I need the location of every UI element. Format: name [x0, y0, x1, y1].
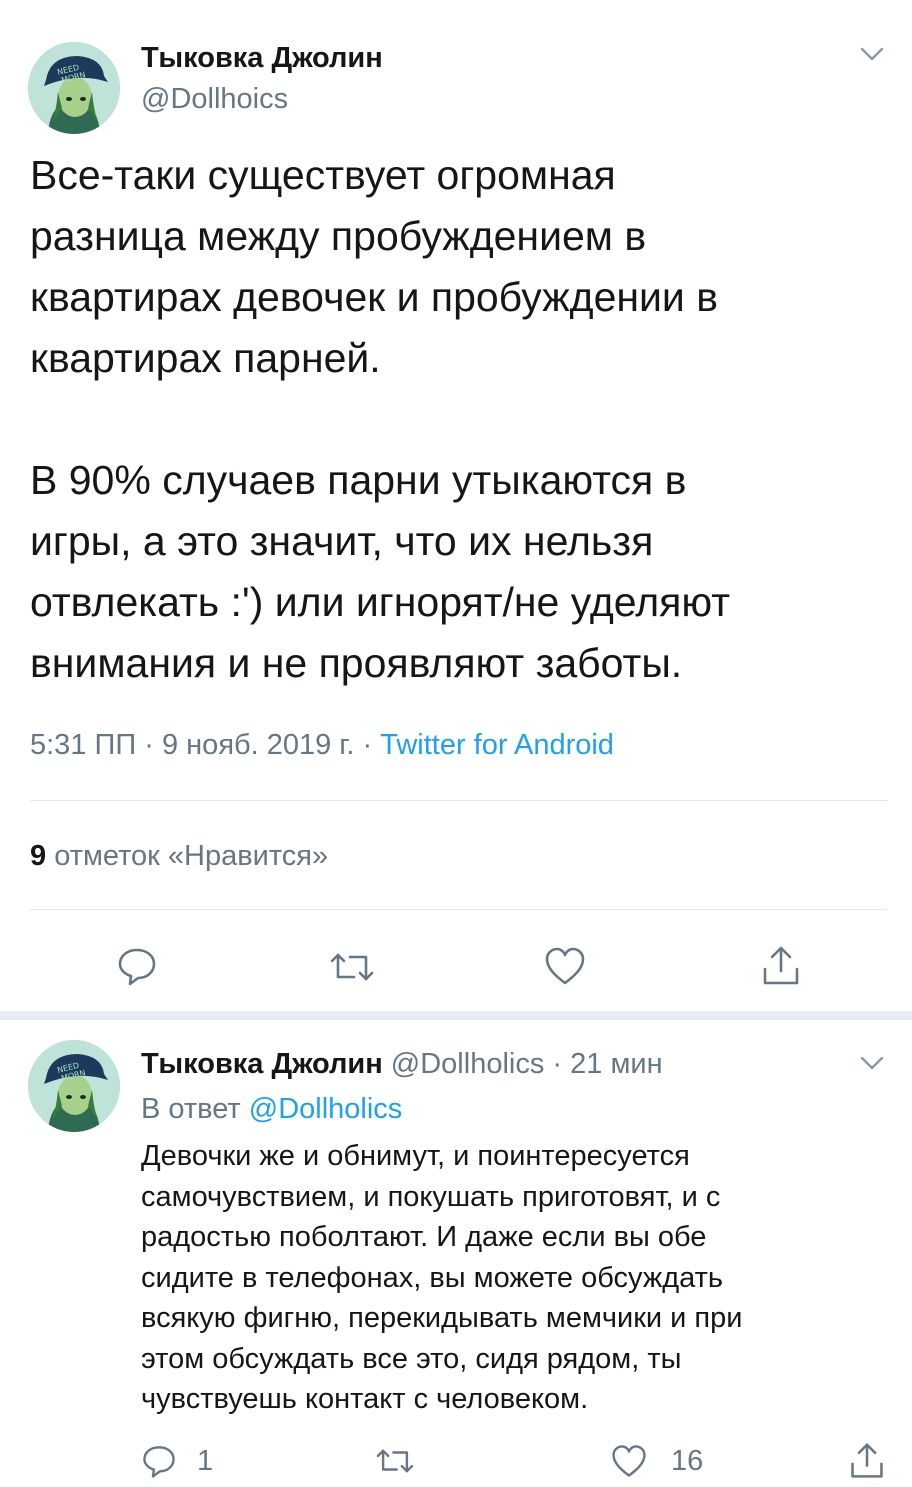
reply-count: 1: [197, 1445, 214, 1477]
reply-to-link[interactable]: @Dollholics: [249, 1093, 403, 1125]
reply-text: Девочки же и обнимут, и поинтересуется с…: [141, 1140, 743, 1415]
reply-header: Тыковка Джолин @Dollholics · 21 мин: [141, 1046, 663, 1082]
meta-separator: ·: [362, 729, 373, 761]
chevron-down-icon[interactable]: [858, 1053, 886, 1073]
like-count: 16: [671, 1445, 704, 1477]
reply-context: В ответ @Dollholics: [141, 1091, 402, 1127]
reply-time[interactable]: 21 мин: [570, 1048, 662, 1080]
share-icon[interactable]: [760, 943, 802, 989]
tweet-time[interactable]: 5:31 ПП: [30, 729, 136, 761]
like-icon[interactable]: [543, 945, 587, 987]
divider: [30, 909, 887, 910]
divider: [30, 800, 887, 801]
meta-separator: ·: [552, 1048, 563, 1080]
retweet-icon[interactable]: [374, 1444, 416, 1478]
likes-summary[interactable]: 9 отметок «Нравится»: [30, 838, 328, 874]
author-avatar[interactable]: NEED MORN: [28, 42, 120, 134]
reply-author-handle[interactable]: @Dollholics: [391, 1048, 545, 1080]
like-icon[interactable]: [610, 1443, 648, 1479]
author-handle[interactable]: @Dollhoics: [141, 81, 288, 117]
tweet-separator: [0, 1011, 912, 1020]
tweet-text: Все-таки существует огромная разница меж…: [30, 152, 731, 686]
reply-author-avatar[interactable]: NEED MORN: [28, 1040, 120, 1132]
reply-prefix: В ответ: [141, 1093, 241, 1125]
retweet-icon[interactable]: [328, 947, 376, 987]
reply-author-name[interactable]: Тыковка Джолин: [141, 1048, 383, 1080]
tweet-source-link[interactable]: Twitter for Android: [380, 729, 614, 761]
reply-icon[interactable]: [116, 945, 158, 987]
meta-separator: ·: [144, 729, 154, 761]
tweet-meta: 5:31 ПП · 9 нояб. 2019 г. · Twitter for …: [30, 727, 614, 763]
likes-label: отметок «Нравится»: [54, 840, 329, 872]
share-icon[interactable]: [848, 1440, 886, 1482]
chevron-down-icon[interactable]: [858, 44, 886, 64]
likes-count: 9: [30, 840, 47, 872]
tweet-date[interactable]: 9 нояб. 2019 г.: [162, 729, 354, 761]
avatar-image: NEED MORN: [28, 42, 120, 134]
author-name[interactable]: Тыковка Джолин: [141, 40, 383, 76]
avatar-image: NEED MORN: [28, 1040, 120, 1132]
reply-icon[interactable]: [141, 1443, 177, 1479]
